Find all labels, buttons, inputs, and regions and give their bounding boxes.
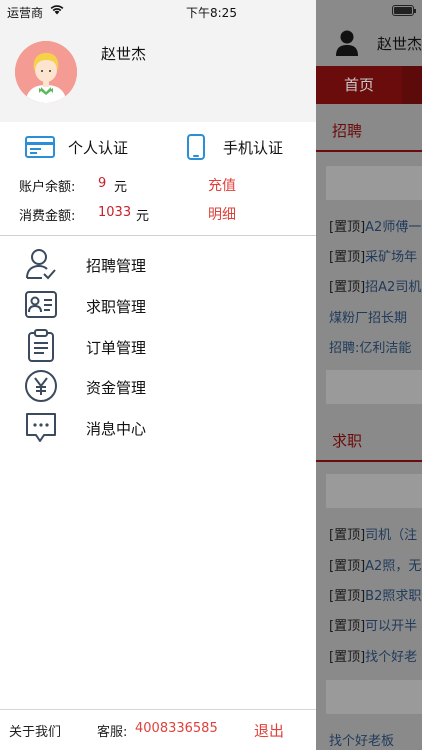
message-icon — [26, 413, 56, 442]
list-item[interactable]: [置顶]采矿场年 — [329, 246, 422, 265]
list-item[interactable]: [置顶]A2师傅一 — [329, 216, 422, 235]
username: 赵世杰 — [101, 45, 147, 63]
avatar[interactable] — [15, 41, 77, 103]
user-check-icon — [26, 249, 56, 280]
details-link[interactable]: 明细 — [208, 204, 236, 224]
menu-label-order: 订单管理 — [86, 339, 147, 357]
list-item[interactable]: [置顶]找个好老 — [329, 646, 422, 665]
menu-item-jobseek-management[interactable]: 求职管理 — [0, 286, 316, 324]
drawer-footer: 关于我们 客服: 4008336585 退出 — [0, 710, 316, 750]
id-card-icon — [25, 291, 57, 318]
menu-item-message-center[interactable]: 消息中心 — [0, 408, 316, 446]
section-jobseek-title: 求职 — [332, 432, 363, 450]
menu-label-message: 消息中心 — [86, 420, 147, 438]
tab-next[interactable] — [402, 66, 422, 104]
menu-item-fund-management[interactable]: 资金管理 — [0, 367, 316, 405]
spend-unit: 元 — [136, 209, 150, 224]
menu-label-recruit: 招聘管理 — [86, 257, 147, 275]
verification-row: 个人认证 手机认证 — [0, 130, 316, 162]
list-item[interactable]: [置顶]A2照，无 — [329, 555, 422, 574]
section-recruit-title: 招聘 — [332, 122, 363, 140]
list-item[interactable]: [置顶]司机（注 — [329, 524, 422, 543]
list-item[interactable]: 煤粉厂招长期 — [329, 307, 422, 326]
service-label: 客服: — [97, 725, 128, 740]
list-item[interactable]: [置顶]可以开半 — [329, 615, 422, 634]
status-bar: 运营商 下午8:25 — [0, 0, 316, 22]
recruit-more-bar — [326, 370, 422, 404]
menu-label-jobseek: 求职管理 — [86, 298, 147, 316]
carrier-label: 运营商 — [7, 6, 44, 20]
balance-value: 9 — [98, 176, 107, 191]
list-item[interactable]: 招聘:亿利洁能 — [329, 337, 422, 356]
tab-home-label: 首页 — [344, 76, 375, 94]
section-jobseek-header: 求职 — [316, 418, 422, 462]
jobseek-banner — [326, 474, 422, 508]
bg-username: 赵世杰 — [377, 35, 422, 53]
recharge-link[interactable]: 充值 — [208, 175, 236, 195]
balance-unit: 元 — [114, 180, 128, 195]
list-item[interactable]: [置顶]招A2司机 — [329, 276, 422, 295]
balance-label: 账户余额: — [19, 180, 76, 195]
profile-header[interactable]: 赵世杰 — [0, 22, 316, 122]
status-time: 下午8:25 — [186, 6, 237, 20]
avatar-person-icon — [15, 41, 77, 103]
section-recruit-header: 招聘 — [316, 108, 422, 152]
bg-user-icon[interactable] — [335, 29, 359, 57]
tab-home[interactable]: 首页 — [316, 66, 402, 104]
service-phone-link[interactable]: 4008336585 — [135, 721, 218, 736]
menu-label-fund: 资金管理 — [86, 379, 147, 397]
list-item[interactable]: [置顶]B2照求职 — [329, 585, 422, 604]
phone-icon[interactable] — [187, 134, 205, 160]
menu-item-recruit-management[interactable]: 招聘管理 — [0, 245, 316, 283]
clipboard-icon — [28, 329, 54, 362]
wifi-icon — [50, 5, 64, 15]
id-card-icon[interactable] — [25, 136, 55, 158]
spend-value: 1033 — [98, 205, 132, 220]
side-drawer: 运营商 下午8:25 赵世杰 个人认证 手机认证 账户余额: 9 元 充值 消费… — [0, 0, 316, 750]
personal-verify-link[interactable]: 个人认证 — [68, 137, 128, 158]
spend-label: 消费金额: — [19, 209, 76, 224]
about-us-link[interactable]: 关于我们 — [9, 721, 61, 740]
menu-item-order-management[interactable]: 订单管理 — [0, 327, 316, 365]
battery-icon — [392, 5, 416, 16]
phone-verify-link[interactable]: 手机认证 — [223, 137, 283, 158]
recruit-banner — [326, 166, 422, 200]
yen-circle-icon — [25, 370, 57, 402]
divider — [0, 235, 316, 236]
jobseek-more-bar — [326, 680, 422, 714]
balance-row: 账户余额: 9 元 充值 — [0, 173, 316, 195]
logout-button[interactable]: 退出 — [254, 720, 284, 741]
list-item[interactable]: 找个好老板 — [329, 730, 422, 749]
spend-row: 消费金额: 1033 元 明细 — [0, 202, 316, 224]
